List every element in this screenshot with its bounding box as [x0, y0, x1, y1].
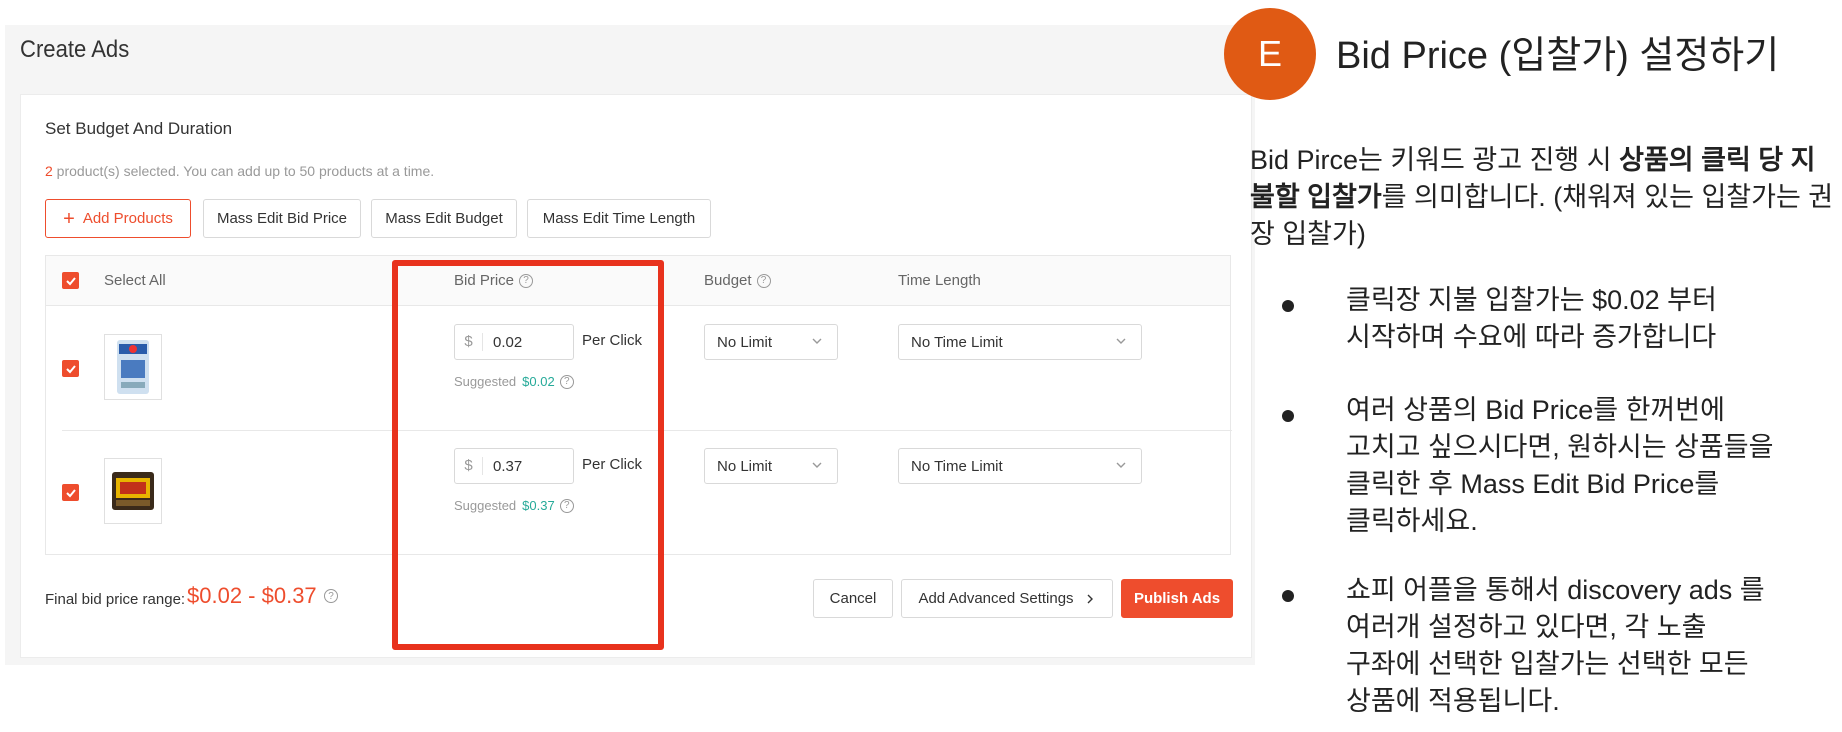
- chevron-down-icon: [1116, 338, 1126, 344]
- chevron-right-icon: [1087, 594, 1093, 603]
- add-products-button[interactable]: + Add Products: [45, 199, 191, 238]
- cancel-button[interactable]: Cancel: [813, 579, 893, 618]
- mass-edit-bid-price-button[interactable]: Mass Edit Bid Price: [203, 199, 361, 238]
- budget-select[interactable]: No Limit: [704, 324, 838, 360]
- chevron-down-icon: [1116, 462, 1126, 468]
- page-title: Create Ads: [20, 36, 130, 63]
- header-time-length: Time Length: [898, 272, 981, 289]
- row-checkbox[interactable]: [62, 360, 79, 377]
- step-badge: E: [1224, 8, 1316, 100]
- range-label: Final bid price range:: [45, 591, 186, 608]
- mass-edit-time-length-button[interactable]: Mass Edit Time Length: [527, 199, 711, 238]
- explain-title: Bid Price (입찰가) 설정하기: [1336, 35, 1780, 77]
- header-select-all: Select All: [104, 272, 166, 289]
- product-image-icon: [112, 472, 154, 510]
- chevron-down-icon: [812, 462, 822, 468]
- mass-edit-budget-button[interactable]: Mass Edit Budget: [371, 199, 517, 238]
- bid-price-highlight-box: [392, 260, 664, 650]
- time-length-select[interactable]: No Time Limit: [898, 324, 1142, 360]
- select-all-checkbox[interactable]: [62, 272, 79, 289]
- product-image-icon: [117, 340, 149, 394]
- row-checkbox[interactable]: [62, 484, 79, 501]
- bullet-icon: [1282, 410, 1294, 422]
- check-icon: [65, 364, 76, 373]
- product-thumbnail: [104, 334, 162, 400]
- product-thumbnail: [104, 458, 162, 524]
- chevron-down-icon: [812, 338, 822, 344]
- bid-range-value: $0.02 - $0.37: [187, 583, 317, 608]
- help-icon[interactable]: ?: [324, 589, 338, 603]
- selection-note: 2 product(s) selected. You can add up to…: [45, 163, 434, 179]
- plus-icon: +: [63, 207, 75, 230]
- budget-select[interactable]: No Limit: [704, 448, 838, 484]
- intro-paragraph: Bid Pirce는 키워드 광고 진행 시 상품의 클릭 당 지불할 입찰가를…: [1250, 145, 1834, 249]
- header-budget: Budget?: [704, 272, 771, 289]
- help-icon[interactable]: ?: [756, 273, 771, 288]
- bullet-icon: [1282, 300, 1294, 312]
- bullet-icon: [1282, 590, 1294, 602]
- bullet-2: 여러 상품의 Bid Price를 한꺼번에 고치고 싶으시다면, 원하시는 상…: [1346, 395, 1774, 536]
- section-title: Set Budget And Duration: [45, 119, 233, 138]
- bullet-3: 쇼피 어플을 통해서 discovery ads 를 여러개 설정하고 있다면,…: [1346, 575, 1765, 716]
- publish-ads-button[interactable]: Publish Ads: [1121, 579, 1233, 618]
- selected-text: product(s) selected. You can add up to 5…: [52, 163, 435, 179]
- selected-count: 2: [45, 163, 53, 179]
- bullet-1: 클릭장 지불 입찰가는 $0.02 부터 시작하며 수요에 따라 증가합니다: [1346, 285, 1717, 352]
- check-icon: [65, 488, 76, 497]
- check-icon: [65, 276, 76, 285]
- time-length-select[interactable]: No Time Limit: [898, 448, 1142, 484]
- add-advanced-settings-button[interactable]: Add Advanced Settings: [901, 579, 1113, 618]
